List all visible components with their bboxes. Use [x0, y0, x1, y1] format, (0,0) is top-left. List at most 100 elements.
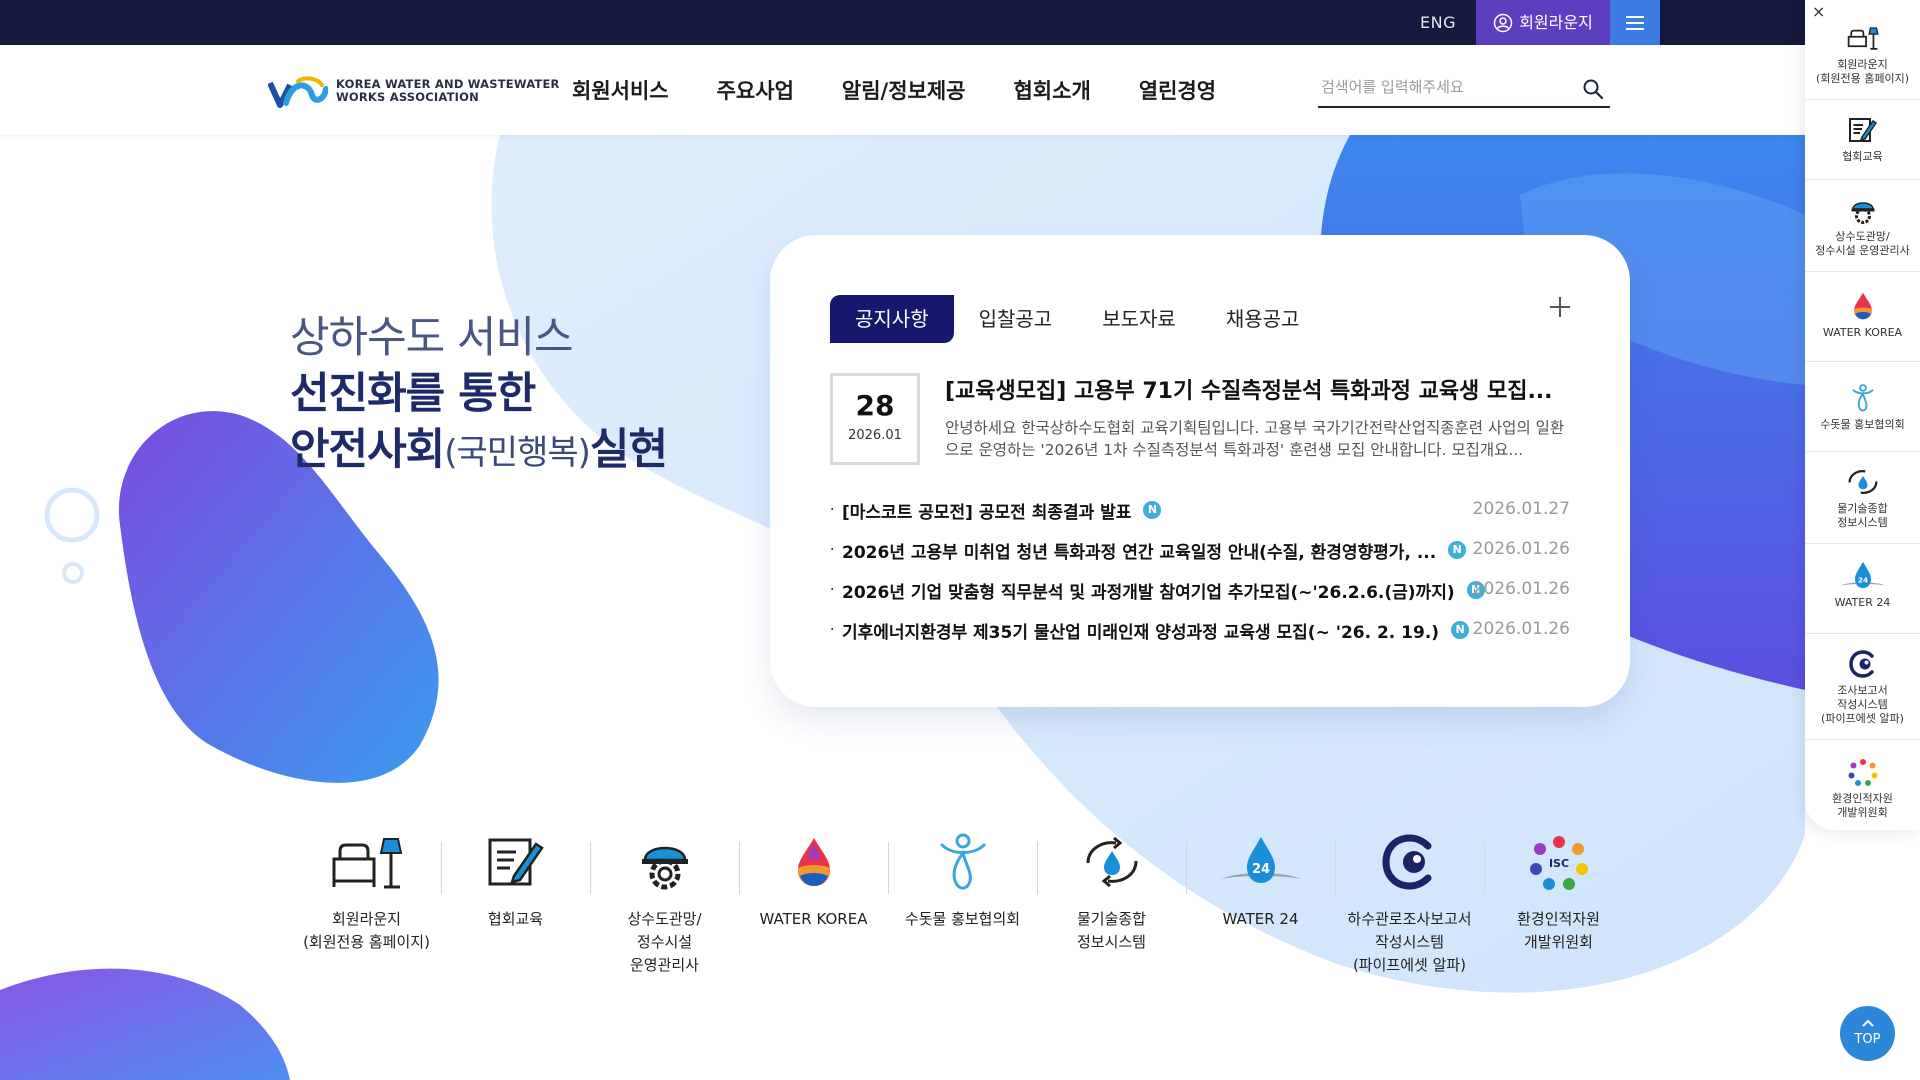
site-logo[interactable]: KOREA WATER AND WASTEWATER WORKS ASSOCIA…: [268, 73, 560, 109]
logo-text: KOREA WATER AND WASTEWATER WORKS ASSOCIA…: [336, 78, 560, 104]
notice-title: 2026년 기업 맞춤형 직무분석 및 과정개발 참여기업 추가모집(~'26.…: [842, 582, 1455, 603]
notice-title: [마스코트 공모전] 공모전 최종결과 발표: [842, 502, 1132, 523]
side-item-label: 환경인적자원 개발위원회: [1805, 792, 1920, 820]
tab-jobs[interactable]: 채용공고: [1201, 295, 1325, 343]
isc-logo-icon: [1848, 759, 1877, 786]
language-toggle[interactable]: ENG: [1407, 0, 1469, 45]
side-item-water24[interactable]: 24 WATER 24: [1805, 544, 1920, 634]
quick-link-tap-water-council[interactable]: 수돗물 홍보협의회: [888, 830, 1037, 977]
notice-row[interactable]: · 기후에너지환경부 제35기 물산업 미래인재 양성과정 교육생 모집(~ '…: [830, 610, 1570, 650]
label-line: WATER 24: [1222, 910, 1299, 928]
new-badge: N: [1448, 541, 1467, 559]
featured-title[interactable]: [교육생모집] 고용부 71기 수질측정분석 특화과정 교육생 모집...: [945, 373, 1565, 405]
side-item-label: 상수도관망/정수시설 운영관리사: [1805, 230, 1920, 258]
label-line: 물기술종합: [1076, 910, 1146, 928]
notice-date: 2026.01.27: [1472, 499, 1570, 519]
side-item-member-lounge[interactable]: 회원라운지 (회원전용 홈페이지): [1805, 18, 1920, 100]
member-lounge-label: 회원라운지: [1519, 13, 1593, 32]
pipe-eye-icon: [1848, 650, 1874, 678]
label-line: 작성시스템: [1374, 933, 1444, 951]
notice-list: · [마스코트 공모전] 공모전 최종결과 발표 N 2026.01.27 · …: [830, 490, 1570, 650]
label-line: (파이프에셋 알파): [1821, 712, 1904, 725]
slogan-line1: 상하수도 서비스: [290, 313, 574, 363]
sofa-lamp-icon: [1847, 27, 1879, 50]
featured-day: 28: [855, 389, 895, 422]
side-quick-panel: × 회원라운지 (회원전용 홈페이지) 협회교육 상수도관망/ 정수시설 운영관…: [1805, 0, 1920, 830]
chevron-up-icon: [1861, 1019, 1874, 1027]
label-line: 개발위원회: [1523, 933, 1593, 951]
side-item-env-hr-council[interactable]: 환경인적자원 개발위원회: [1805, 740, 1920, 830]
notepad-pencil-icon: [488, 838, 544, 886]
helmet-gear-icon: [641, 846, 688, 890]
search-icon[interactable]: [1582, 78, 1604, 100]
side-item-water-tech-info[interactable]: 물기술종합 정보시스템: [1805, 452, 1920, 544]
notepad-pencil-icon: [1848, 118, 1877, 142]
nav-about[interactable]: 협회소개: [1013, 75, 1090, 105]
quick-link-education[interactable]: 협회교육: [441, 830, 590, 977]
label-line: 정보시스템: [1837, 516, 1888, 529]
slogan-line3-a: 안전사회: [290, 425, 445, 475]
label-line: 정수시설: [636, 933, 693, 951]
quick-link-pipe-asset[interactable]: 하수관로조사보고서 작성시스템 (파이프에셋 알파): [1335, 830, 1484, 977]
new-badge: N: [1143, 501, 1162, 519]
quick-link-label: 협회교육: [441, 908, 590, 931]
label-line: 회원라운지: [1837, 58, 1888, 71]
quick-link-env-hr-council[interactable]: ISC 환경인적자원 개발위원회: [1484, 830, 1633, 977]
side-item-label: WATER 24: [1805, 596, 1920, 610]
tab-bids[interactable]: 입찰공고: [954, 295, 1078, 343]
featured-notice: 28 2026.01 [교육생모집] 고용부 71기 수질측정분석 특화과정 교…: [830, 373, 1570, 465]
notice-title: 2026년 고용부 미취업 청년 특화과정 연간 교육일정 안내(수질, 환경영…: [842, 542, 1437, 563]
label-line: 상수도관망/: [1835, 230, 1890, 243]
tab-press[interactable]: 보도자료: [1077, 295, 1201, 343]
recycle-drop-icon: [1847, 470, 1878, 494]
label-line: 조사보고서: [1837, 684, 1888, 697]
quick-link-label: WATER 24: [1186, 908, 1335, 931]
pipe-eye-icon: [1381, 834, 1431, 890]
quick-link-water-tech-info[interactable]: 물기술종합 정보시스템: [1037, 830, 1186, 977]
side-item-tap-water-council[interactable]: 수돗물 홍보협의회: [1805, 362, 1920, 452]
more-plus-icon[interactable]: [1548, 295, 1572, 319]
featured-date: 28 2026.01: [830, 373, 920, 465]
label-line: 정수시설 운영관리사: [1815, 244, 1910, 257]
member-lounge-button[interactable]: 회원라운지: [1476, 0, 1610, 45]
label-line: (파이프에셋 알파): [1352, 956, 1467, 974]
side-item-label: 조사보고서 작성시스템 (파이프에셋 알파): [1805, 684, 1920, 726]
side-item-water-korea[interactable]: WATER KOREA: [1805, 272, 1920, 362]
notice-tabs: 공지사항 입찰공고 보도자료 채용공고: [830, 295, 1324, 343]
nav-news-info[interactable]: 알림/정보제공: [842, 75, 966, 105]
nav-member-services[interactable]: 회원서비스: [572, 75, 669, 105]
quick-link-label: 환경인적자원개발위원회: [1484, 908, 1633, 954]
search-input[interactable]: [1318, 70, 1558, 104]
label-line: 환경인적자원: [1517, 910, 1600, 928]
scroll-top-button[interactable]: TOP: [1840, 1006, 1895, 1061]
notice-row[interactable]: · 2026년 기업 맞춤형 직무분석 및 과정개발 참여기업 추가모집(~'2…: [830, 570, 1570, 610]
featured-description[interactable]: 안녕하세요 한국상하수도협회 교육기획팀입니다. 고용부 국가기간전략산업직종훈…: [945, 417, 1565, 461]
tab-notices[interactable]: 공지사항: [830, 295, 954, 343]
bullet: ·: [830, 622, 835, 638]
notice-date: 2026.01.26: [1472, 539, 1570, 559]
label-line: 작성시스템: [1837, 698, 1888, 711]
label-line: 상수도관망/: [627, 910, 702, 928]
global-navigation: 회원서비스 주요사업 알림/정보제공 협회소개 열린경영: [572, 45, 1264, 135]
slogan-line2: 선진화를 통한: [290, 369, 536, 419]
quick-link-member-lounge[interactable]: 회원라운지 (회원전용 홈페이지): [292, 830, 441, 977]
label-line: 협회교육: [487, 910, 544, 928]
side-item-operator-cert[interactable]: 상수도관망/정수시설 운영관리사: [1805, 180, 1920, 272]
quick-link-water24[interactable]: 24 WATER 24: [1186, 830, 1335, 977]
notice-row[interactable]: · 2026년 고용부 미취업 청년 특화과정 연간 교육일정 안내(수질, 환…: [830, 530, 1570, 570]
quick-link-operator-cert[interactable]: 상수도관망/정수시설 운영관리사: [590, 830, 739, 977]
nav-open-management[interactable]: 열린경영: [1139, 75, 1216, 105]
water-drop-flame-icon: [1853, 292, 1872, 320]
nav-main-projects[interactable]: 주요사업: [717, 75, 794, 105]
label-line: WATER 24: [1834, 596, 1891, 609]
side-item-education[interactable]: 협회교육: [1805, 100, 1920, 180]
hamburger-menu-button[interactable]: [1610, 0, 1660, 45]
water-drop-flame-icon: [797, 838, 830, 886]
notice-row[interactable]: · [마스코트 공모전] 공모전 최종결과 발표 N 2026.01.27: [830, 490, 1570, 530]
side-item-pipe-asset[interactable]: 조사보고서 작성시스템 (파이프에셋 알파): [1805, 634, 1920, 740]
label-line: 수돗물 홍보협의회: [1820, 418, 1905, 431]
quick-link-water-korea[interactable]: WATER KOREA: [739, 830, 888, 977]
water-24-icon: 24: [1839, 561, 1886, 588]
label-line: (회원전용 홈페이지): [303, 933, 430, 951]
new-badge: N: [1451, 621, 1470, 639]
